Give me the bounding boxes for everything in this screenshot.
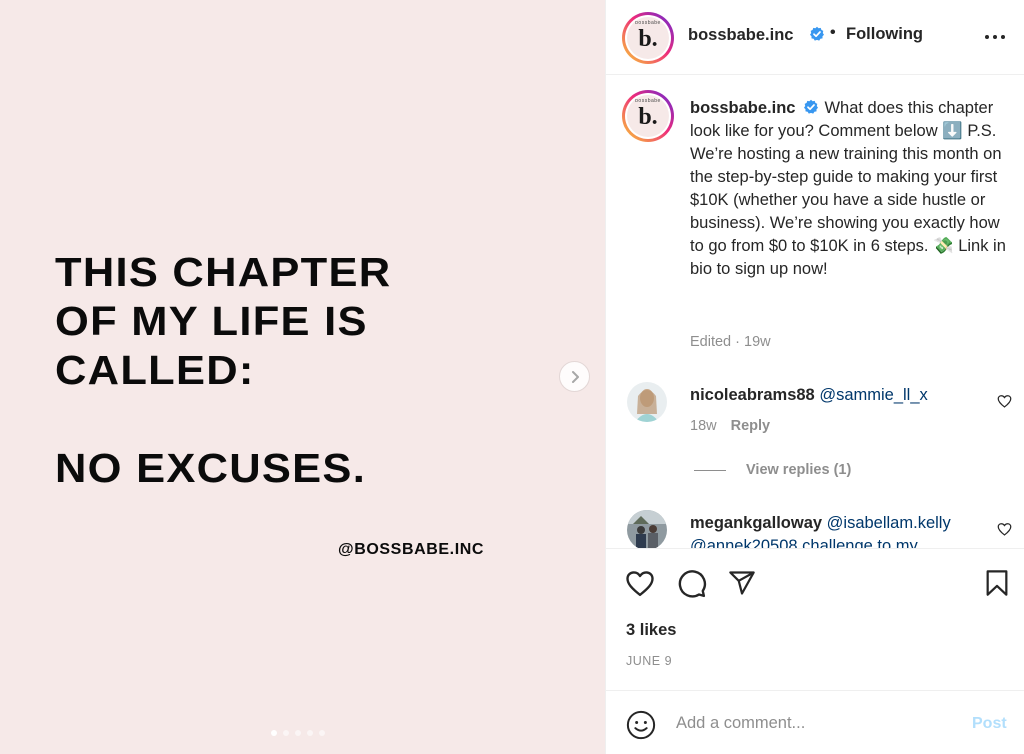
share-send-icon[interactable]	[728, 569, 756, 597]
carousel-indicator	[271, 730, 325, 736]
comment-time: 18w	[690, 418, 717, 434]
post-watermark: @BOSSBABE.INC	[338, 541, 485, 558]
comment-mention[interactable]: @annek20508 challenge to my	[690, 537, 918, 548]
post-date: JUNE 9	[626, 654, 673, 668]
view-replies-label: View replies (1)	[746, 462, 852, 478]
avatar[interactable]	[627, 382, 667, 422]
header-separator: •	[830, 24, 836, 41]
verified-badge-icon	[810, 26, 824, 41]
carousel-dot	[319, 730, 325, 736]
comment-bubble-icon[interactable]	[677, 569, 707, 599]
like-comment-heart-icon[interactable]	[997, 522, 1012, 536]
caption-username[interactable]: bossbabe.inc	[690, 99, 795, 117]
avatar[interactable]: bossbabe b.	[622, 12, 674, 64]
comment-mention[interactable]: @isabellam.kelly	[827, 514, 951, 532]
avatar[interactable]: bossbabe b.	[622, 90, 674, 142]
carousel-dot	[307, 730, 313, 736]
following-button[interactable]: Following	[846, 25, 923, 44]
header-username[interactable]: bossbabe.inc	[688, 26, 793, 45]
caption-text: bossbabe.inc What does this chapter look…	[690, 97, 1010, 281]
post-actions: 3 likes JUNE 9	[606, 548, 1024, 690]
comment-mention[interactable]: @sammie_ll_x	[819, 386, 927, 404]
more-options-icon[interactable]	[983, 28, 1007, 46]
carousel-dot	[271, 730, 277, 736]
comments-list[interactable]: bossbabe b. bossbabe.inc What does this …	[606, 76, 1024, 548]
avatar[interactable]	[627, 510, 667, 548]
post-headline: THIS CHAPTER OF MY LIFE IS CALLED: NO EX…	[55, 248, 500, 493]
save-bookmark-icon[interactable]	[985, 569, 1009, 597]
avatar-letter: b.	[638, 104, 658, 130]
carousel-dot	[283, 730, 289, 736]
avatar-letter: b.	[638, 26, 658, 52]
view-replies-button[interactable]: View replies (1)	[694, 462, 851, 478]
like-heart-icon[interactable]	[625, 569, 655, 597]
post-media[interactable]: THIS CHAPTER OF MY LIFE IS CALLED: NO EX…	[0, 0, 605, 754]
divider	[694, 469, 726, 471]
verified-badge-icon	[804, 99, 819, 114]
comment-username[interactable]: megankgalloway	[690, 514, 822, 532]
post-comment-button[interactable]: Post	[972, 715, 1007, 733]
post-details-panel: bossbabe b. bossbabe.inc • Following bos…	[605, 0, 1024, 754]
comment-meta: 18w Reply	[690, 418, 770, 434]
carousel-dot	[295, 730, 301, 736]
chevron-right-icon	[571, 370, 579, 383]
emoji-icon[interactable]	[626, 710, 656, 740]
headline-emphasis: NO EXCUSES.	[55, 445, 367, 491]
caption-meta: Edited · 19w	[690, 334, 771, 350]
likes-count[interactable]: 3 likes	[626, 621, 676, 640]
caption-body: What does this chapter look like for you…	[690, 99, 1006, 278]
carousel-next-button[interactable]	[559, 361, 590, 392]
comment-text: megankgalloway @isabellam.kelly @annek20…	[690, 512, 990, 548]
comment-input[interactable]	[676, 709, 956, 737]
comment-username[interactable]: nicoleabrams88	[690, 386, 815, 404]
like-comment-heart-icon[interactable]	[997, 394, 1012, 408]
comment-text: nicoleabrams88 @sammie_ll_x	[690, 384, 990, 407]
add-comment-bar: Post	[606, 690, 1024, 754]
headline-line: CALLED:	[55, 347, 255, 393]
post-header: bossbabe b. bossbabe.inc • Following	[606, 0, 1024, 75]
headline-line: THIS CHAPTER	[55, 249, 392, 295]
headline-line: OF MY LIFE IS	[55, 298, 368, 344]
reply-button[interactable]: Reply	[731, 418, 771, 434]
